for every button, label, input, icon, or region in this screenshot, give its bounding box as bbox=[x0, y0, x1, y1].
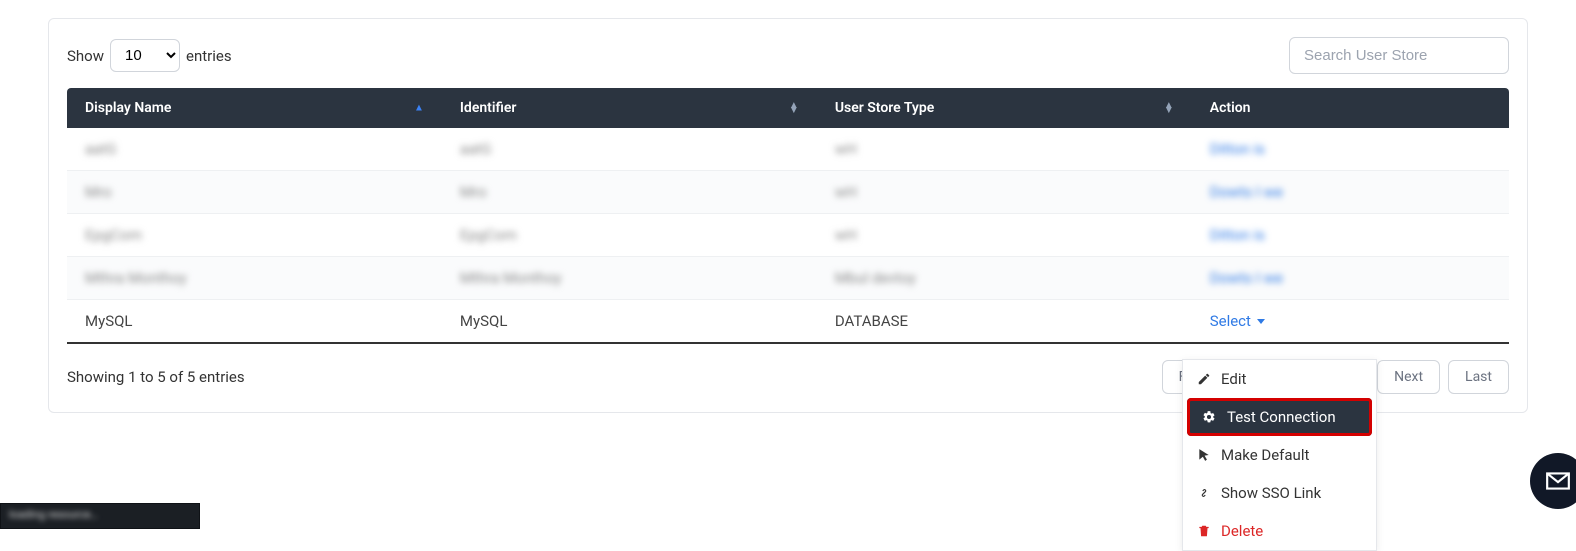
menu-edit[interactable]: Edit bbox=[1183, 360, 1376, 398]
table-row: MySQL MySQL DATABASE Select bbox=[67, 300, 1509, 344]
page-last-button[interactable]: Last bbox=[1448, 360, 1509, 394]
sort-icon: ▲▼ bbox=[789, 103, 799, 113]
col-display-name[interactable]: Display Name ▲ bbox=[67, 88, 442, 128]
cell-identifier: MySQL bbox=[460, 312, 508, 330]
menu-show-sso-link[interactable]: Show SSO Link bbox=[1183, 474, 1376, 512]
cell-type: DATABASE bbox=[835, 312, 908, 330]
cell-identifier: Mro bbox=[460, 183, 487, 201]
show-label: Show bbox=[67, 47, 104, 65]
menu-delete-label: Delete bbox=[1221, 522, 1263, 540]
col-user-store-type[interactable]: User Store Type ▲▼ bbox=[817, 88, 1192, 128]
cell-action[interactable]: Ditton is bbox=[1210, 226, 1265, 244]
sort-icon: ▲ bbox=[414, 106, 424, 111]
cell-action[interactable]: Ditton is bbox=[1210, 140, 1265, 158]
cell-identifier: Mthra Monthoy bbox=[460, 269, 562, 287]
table-row: aatG aatG wH Ditton is bbox=[67, 128, 1509, 171]
bottom-bar: loading resource… bbox=[0, 503, 200, 529]
cell-display-name: EpgCom bbox=[85, 226, 142, 244]
cell-display-name: Mro bbox=[85, 183, 112, 201]
action-select-link[interactable]: Select bbox=[1210, 312, 1265, 330]
show-entries-control: Show 10 entries bbox=[67, 39, 232, 72]
table-row: EpgCom EpgCom wH Ditton is bbox=[67, 214, 1509, 257]
action-dropdown-menu: Edit Test Connection Make Default Show S… bbox=[1182, 359, 1377, 551]
cell-type: Mbul devtoy bbox=[835, 269, 916, 287]
cell-display-name: aatG bbox=[85, 140, 116, 158]
caret-down-icon bbox=[1257, 319, 1265, 324]
menu-test-connection-label: Test Connection bbox=[1227, 408, 1336, 426]
pointer-icon bbox=[1197, 448, 1211, 462]
user-store-panel: Show 10 entries Display Name ▲ Identifie… bbox=[48, 18, 1528, 413]
menu-make-default[interactable]: Make Default bbox=[1183, 436, 1376, 474]
sort-icon: ▲▼ bbox=[1164, 103, 1174, 113]
cell-type: wH bbox=[835, 183, 857, 201]
table-row: Mro Mro wH Dowts I we bbox=[67, 171, 1509, 214]
menu-test-connection[interactable]: Test Connection bbox=[1187, 398, 1372, 436]
menu-make-default-label: Make Default bbox=[1221, 446, 1309, 464]
cell-type: wH bbox=[835, 140, 857, 158]
search-input[interactable] bbox=[1289, 37, 1509, 74]
table-top-controls: Show 10 entries bbox=[67, 37, 1509, 74]
edit-icon bbox=[1197, 372, 1211, 386]
page-next-button[interactable]: Next bbox=[1377, 360, 1440, 394]
table-row: Mthra Monthoy Mthra Monthoy Mbul devtoy … bbox=[67, 257, 1509, 300]
trash-icon bbox=[1197, 524, 1211, 538]
menu-delete[interactable]: Delete bbox=[1183, 512, 1376, 550]
cell-display-name: MySQL bbox=[85, 312, 133, 330]
page-size-select[interactable]: 10 bbox=[110, 39, 180, 72]
col-identifier[interactable]: Identifier ▲▼ bbox=[442, 88, 817, 128]
menu-show-sso-link-label: Show SSO Link bbox=[1221, 484, 1321, 502]
link-icon bbox=[1197, 486, 1211, 500]
cell-display-name: Mthra Monthoy bbox=[85, 269, 187, 287]
cell-identifier: EpgCom bbox=[460, 226, 517, 244]
chat-bubble-button[interactable] bbox=[1530, 453, 1576, 509]
cell-identifier: aatG bbox=[460, 140, 491, 158]
envelope-icon bbox=[1545, 468, 1571, 494]
cell-action[interactable]: Dowts I we bbox=[1210, 269, 1283, 287]
showing-text: Showing 1 to 5 of 5 entries bbox=[67, 368, 245, 386]
bottom-bar-content: loading resource… bbox=[1, 504, 199, 525]
cell-type: wH bbox=[835, 226, 857, 244]
entries-label: entries bbox=[186, 47, 232, 65]
select-label: Select bbox=[1210, 312, 1251, 330]
gears-icon bbox=[1201, 410, 1217, 424]
col-action: Action bbox=[1192, 88, 1509, 128]
menu-edit-label: Edit bbox=[1221, 370, 1246, 388]
cell-action[interactable]: Dowts I we bbox=[1210, 183, 1283, 201]
user-store-table: Display Name ▲ Identifier ▲▼ User Store … bbox=[67, 88, 1509, 344]
